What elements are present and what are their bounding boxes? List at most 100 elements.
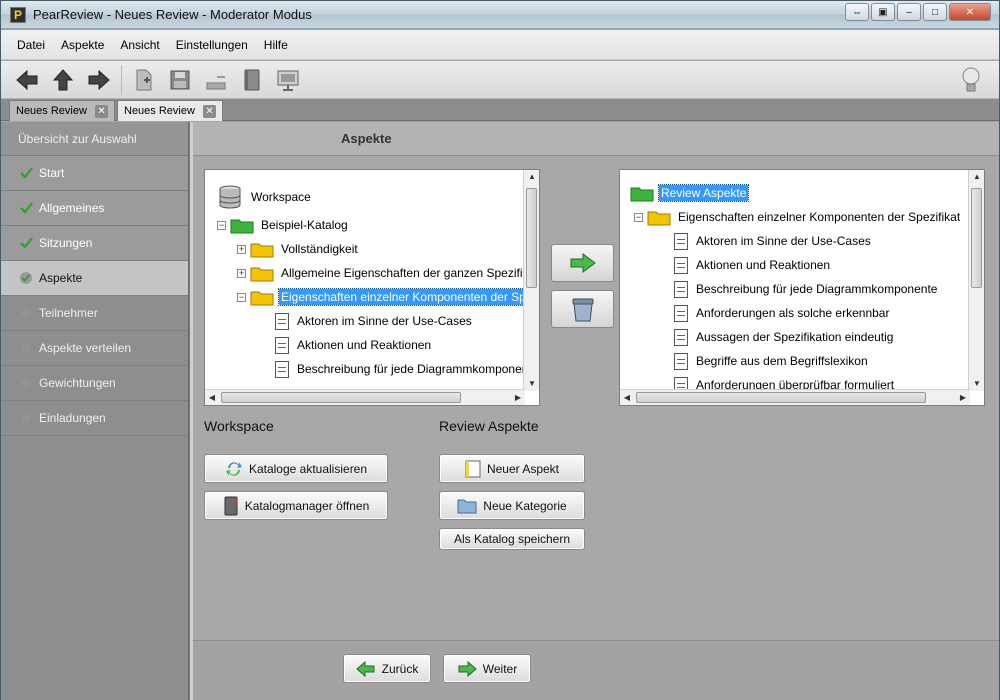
collapse-icon[interactable]: − [217, 220, 226, 230]
forward-arrow-icon[interactable] [81, 63, 117, 97]
menu-hilfe[interactable]: Hilfe [256, 38, 296, 52]
lightbulb-icon[interactable] [961, 66, 981, 97]
collapse-icon[interactable]: − [237, 292, 246, 302]
close-window-button[interactable]: ✕ [949, 3, 991, 21]
tree-leaf[interactable]: Aktionen und Reaktionen [674, 254, 832, 276]
tree-node-label: Beschreibung für jede Diagrammkomponen [297, 362, 529, 376]
tree-node-catalog[interactable]: − Beispiel-Katalog [217, 214, 350, 236]
sidebar-item-aspekte-verteilen[interactable]: Aspekte verteilen [1, 331, 188, 366]
tab-label: Neues Review [124, 105, 195, 117]
back-button[interactable]: Zurück [343, 654, 431, 683]
scroll-thumb[interactable] [221, 392, 461, 403]
sidebar-item-label: Gewichtungen [39, 376, 116, 390]
tree-root-review-aspekte[interactable]: Review Aspekte [630, 182, 750, 204]
tree-node-category[interactable]: + Allgemeine Eigenschaften der ganzen Sp… [237, 262, 531, 284]
tab-neues-review-2[interactable]: Neues Review ✕ [117, 100, 223, 121]
collapse-icon[interactable]: − [634, 212, 643, 222]
tree-node-category[interactable]: − Eigenschaften einzelner Komponenten de… [634, 206, 962, 228]
scroll-down-icon[interactable]: ▼ [525, 377, 539, 391]
title-bar: P PearReview - Neues Review - Moderator … [1, 1, 999, 29]
sidebar-item-label: Sitzungen [39, 236, 93, 250]
sidebar-item-start[interactable]: Start [1, 156, 188, 191]
vertical-scrollbar[interactable]: ▲ ▼ [968, 170, 984, 391]
open-catalog-manager-button[interactable]: Katalogmanager öffnen [204, 491, 388, 520]
tree-leaf[interactable]: Aktoren im Sinne der Use-Cases [275, 310, 474, 332]
tree-leaf[interactable]: Begriffe aus dem Begriffslexikon [674, 350, 870, 372]
scroll-thumb[interactable] [971, 188, 982, 288]
tree-node-label: Eigenschaften einzelner Komponenten der … [678, 210, 961, 224]
scroll-thumb[interactable] [526, 188, 537, 288]
tab-neues-review-1[interactable]: Neues Review ✕ [9, 100, 115, 121]
sidebar-item-teilnehmer[interactable]: Teilnehmer [1, 296, 188, 331]
tree-node-label: Allgemeine Eigenschaften der ganzen Spez… [281, 266, 529, 280]
new-category-button[interactable]: Neue Kategorie [439, 491, 585, 520]
vertical-scrollbar[interactable]: ▲ ▼ [523, 170, 539, 391]
scroll-right-icon[interactable]: ▶ [511, 391, 525, 405]
sidebar-item-sitzungen[interactable]: Sitzungen [1, 226, 188, 261]
tree-leaf[interactable]: Anforderungen als solche erkennbar [674, 302, 891, 324]
tree-node-category[interactable]: + Vollständigkeit [237, 238, 360, 260]
refresh-catalogs-button[interactable]: Kataloge aktualisieren [204, 454, 388, 483]
tree-leaf[interactable]: Aktoren im Sinne der Use-Cases [674, 230, 873, 252]
tree-root-workspace[interactable]: Workspace [217, 185, 313, 209]
sidebar-item-aspekte[interactable]: Aspekte [1, 261, 188, 296]
sidebar-item-allgemeines[interactable]: Allgemeines [1, 191, 188, 226]
green-folder-icon [630, 187, 654, 201]
maximize-button[interactable]: □ [923, 3, 947, 21]
scroll-up-icon[interactable]: ▲ [970, 170, 984, 184]
restore-extra-icon[interactable]: ▣ [871, 3, 895, 21]
next-button[interactable]: Weiter [443, 654, 531, 683]
menu-einstellungen[interactable]: Einstellungen [168, 38, 256, 52]
button-label: Neuer Aspekt [486, 461, 560, 476]
workspace-tree[interactable]: Workspace − Beispiel-Katalog + Vollständ… [204, 169, 540, 406]
toolbar-separator [121, 64, 122, 95]
new-page-icon [465, 460, 481, 477]
tree-leaf[interactable]: Beschreibung für jede Diagrammkomponente [674, 278, 939, 300]
menu-aspekte[interactable]: Aspekte [53, 38, 112, 52]
horizontal-scrollbar[interactable]: ◀ ▶ [620, 389, 970, 405]
scroll-left-icon[interactable]: ◀ [620, 391, 634, 405]
presentation-icon[interactable] [270, 63, 306, 97]
menu-datei[interactable]: Datei [9, 38, 53, 52]
button-label: Als Katalog speichern [453, 532, 571, 546]
menu-ansicht[interactable]: Ansicht [112, 38, 167, 52]
scroll-up-icon[interactable]: ▲ [525, 170, 539, 184]
checkmark-icon [19, 236, 33, 250]
remove-from-review-button[interactable] [551, 290, 614, 328]
catalog-book-icon[interactable] [234, 63, 270, 97]
back-arrow-icon[interactable] [9, 63, 45, 97]
minimize-button[interactable]: – [897, 3, 921, 21]
tree-leaf[interactable]: Aussagen der Spezifikation eindeutig [674, 326, 895, 348]
app-window: P PearReview - Neues Review - Moderator … [0, 0, 1000, 700]
checkmark-icon [19, 166, 33, 180]
review-aspects-tree[interactable]: Review Aspekte − Eigenschaften einzelner… [619, 169, 985, 406]
close-icon[interactable]: ✕ [94, 104, 108, 118]
horizontal-scrollbar[interactable]: ◀ ▶ [205, 389, 525, 405]
database-icon [219, 185, 241, 209]
expand-icon[interactable]: + [237, 244, 246, 254]
scroll-left-icon[interactable]: ◀ [205, 391, 219, 405]
scroll-down-icon[interactable]: ▼ [970, 377, 984, 391]
new-aspect-button[interactable]: Neuer Aspekt [439, 454, 585, 483]
tree-leaf[interactable]: Aktionen und Reaktionen [275, 334, 433, 356]
scroll-right-icon[interactable]: ▶ [956, 391, 970, 405]
save-as-catalog-button[interactable]: Als Katalog speichern [439, 528, 585, 550]
sidebar-item-gewichtungen[interactable]: Gewichtungen [1, 366, 188, 401]
scroll-thumb[interactable] [636, 392, 926, 403]
tree-leaf[interactable]: Beschreibung für jede Diagrammkomponen [275, 358, 530, 380]
sidebar-header: Übersicht zur Auswahl [1, 122, 188, 156]
sidebar-item-einladungen[interactable]: Einladungen [1, 401, 188, 436]
add-to-review-button[interactable] [551, 244, 614, 282]
close-icon[interactable]: ✕ [202, 104, 216, 118]
expand-icon[interactable]: + [237, 268, 246, 278]
new-document-icon[interactable] [126, 63, 162, 97]
document-icon [674, 232, 688, 250]
green-arrow-right-icon [570, 253, 596, 273]
back-forward-icon[interactable]: ⇔ [845, 3, 869, 21]
remove-icon[interactable] [198, 63, 234, 97]
menu-bar: Datei Aspekte Ansicht Einstellungen Hilf… [1, 30, 999, 60]
pending-dot-icon [19, 341, 33, 355]
up-arrow-icon[interactable] [45, 63, 81, 97]
save-icon[interactable] [162, 63, 198, 97]
tree-node-category-selected[interactable]: − Eigenschaften einzelner Komponenten de… [237, 286, 529, 308]
